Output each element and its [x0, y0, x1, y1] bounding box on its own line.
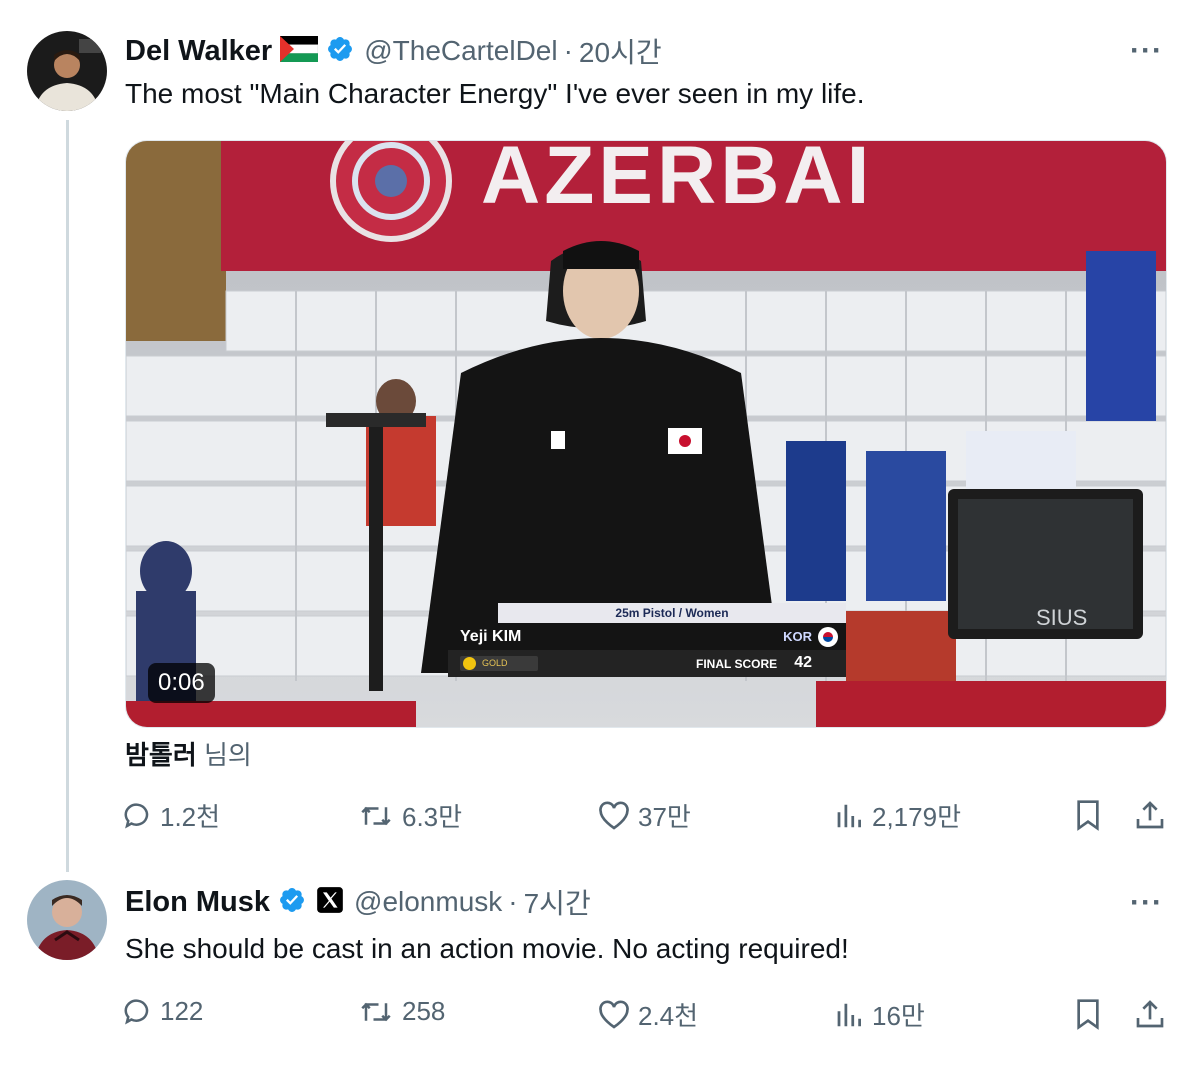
- tweet-text: The most "Main Character Energy" I've ev…: [125, 78, 865, 109]
- like-count: 2.4천: [638, 1001, 699, 1031]
- share-icon[interactable]: [1134, 998, 1166, 1035]
- x-affiliate-icon[interactable]: [316, 886, 344, 919]
- scoreboard-row-score: GOLD FINAL SCORE 42: [448, 650, 846, 677]
- tweet-1-actions: 1.2천 6.3만 37만 2,179만: [122, 797, 1172, 837]
- author-name[interactable]: Elon Musk: [125, 886, 270, 919]
- final-score-value: 42: [794, 654, 812, 671]
- repost-icon: [361, 1002, 391, 1021]
- media-attribution[interactable]: 밤톨러 님의: [125, 735, 252, 772]
- tweet-1-header: Del Walker @TheCartelDel · 20시간: [125, 31, 662, 71]
- monitor-brand: SIUS: [1036, 605, 1087, 630]
- separator-dot: ·: [508, 886, 518, 917]
- thread-line: [66, 120, 69, 872]
- share-icon[interactable]: [1134, 799, 1166, 836]
- more-icon[interactable]: ···: [1130, 886, 1163, 920]
- reply-button[interactable]: 1.2천: [122, 797, 220, 834]
- views-count: 16만: [872, 1001, 925, 1031]
- author-handle[interactable]: @elonmusk: [354, 886, 502, 918]
- scoreboard-event: 25m Pistol / Women: [498, 603, 846, 623]
- scoreboard: 25m Pistol / Women Yeji KIM KOR GOLD FIN…: [398, 603, 846, 677]
- tweet-time[interactable]: 20시간: [579, 31, 662, 71]
- bookmark-icon[interactable]: [1074, 998, 1102, 1035]
- views-icon: [837, 1003, 861, 1026]
- attribution-suffix: 님의: [196, 740, 252, 770]
- like-button[interactable]: 37만: [598, 797, 691, 834]
- reply-button[interactable]: 122: [122, 996, 203, 1027]
- reply-count: 1.2천: [160, 802, 221, 832]
- bookmark-icon[interactable]: [1074, 799, 1102, 836]
- views-button[interactable]: 16만: [834, 996, 925, 1033]
- like-button[interactable]: 2.4천: [598, 996, 698, 1033]
- reply-icon: [124, 998, 149, 1025]
- avatar-del-walker[interactable]: [27, 31, 107, 111]
- verified-icon[interactable]: [326, 35, 354, 68]
- tweet-2-header: Elon Musk @elonmusk · 7시간: [125, 882, 591, 922]
- scoreboard-row-athlete: Yeji KIM KOR: [448, 623, 846, 650]
- views-button[interactable]: 2,179만: [834, 797, 961, 834]
- medal-badge: GOLD: [460, 656, 538, 671]
- like-icon: [599, 800, 629, 830]
- separator-dot: ·: [563, 35, 573, 66]
- video-player[interactable]: SIUS AZERBAI 25m Pistol / Women Yeji KIM…: [125, 140, 1167, 728]
- repost-count: 258: [402, 996, 446, 1026]
- author-handle[interactable]: @TheCartelDel: [364, 35, 557, 67]
- athlete-name: Yeji KIM: [460, 628, 522, 645]
- tweet-2-actions: 122 258 2.4천 16만: [122, 996, 1172, 1036]
- flag-icon: [279, 35, 319, 67]
- video-duration: 0:06: [148, 663, 215, 703]
- kor-flag-icon: [818, 627, 838, 647]
- tweet-text: She should be cast in an action movie. N…: [125, 933, 849, 964]
- repost-button[interactable]: 6.3만: [358, 797, 462, 834]
- final-score-label: FINAL SCORE: [696, 657, 778, 671]
- repost-button[interactable]: 258: [358, 996, 445, 1027]
- avatar-elon-musk[interactable]: [27, 880, 107, 960]
- views-icon: [837, 804, 861, 827]
- banner-text: AZERBAI: [481, 141, 873, 221]
- tweet-time[interactable]: 7시간: [524, 882, 591, 922]
- author-name[interactable]: Del Walker: [125, 35, 272, 68]
- like-icon: [599, 999, 629, 1029]
- reply-icon: [124, 802, 149, 829]
- attribution-user[interactable]: 밤톨러: [125, 740, 197, 770]
- athlete-country: KOR: [783, 629, 812, 644]
- like-count: 37만: [638, 802, 691, 832]
- more-icon[interactable]: ···: [1130, 34, 1163, 68]
- verified-icon[interactable]: [278, 886, 306, 919]
- reply-count: 122: [160, 996, 204, 1026]
- views-count: 2,179만: [872, 802, 961, 832]
- repost-count: 6.3만: [402, 802, 463, 832]
- repost-icon: [361, 806, 391, 825]
